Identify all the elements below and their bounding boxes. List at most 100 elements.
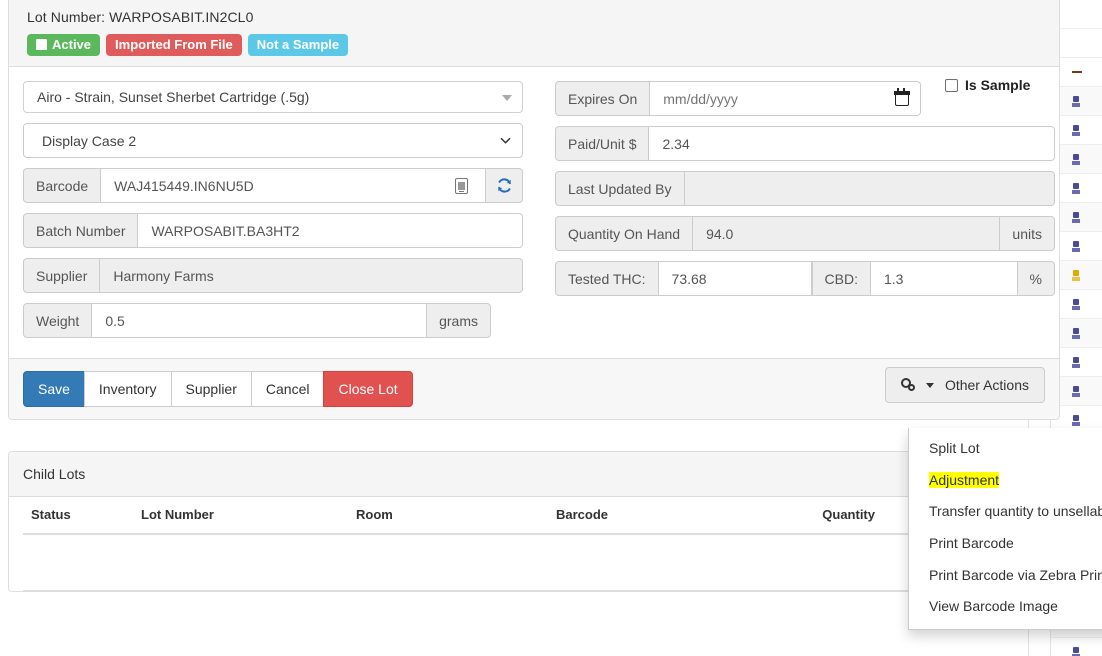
form-column-left: Airo - Strain, Sunset Sherbet Cartridge …	[23, 81, 523, 348]
expires-on-row: Expires On mm/dd/yyyy Is Sample	[555, 77, 1055, 116]
tested-thc-input[interactable]: 73.68	[658, 261, 812, 296]
room-select-value: Display Case 2	[42, 132, 137, 149]
background-row	[1051, 638, 1102, 656]
row-icon	[1072, 646, 1081, 656]
column-header-status[interactable]: Status	[23, 497, 133, 535]
row-icon-warning	[1072, 269, 1081, 281]
expires-on-input[interactable]: mm/dd/yyyy	[650, 81, 921, 116]
menu-item-adjustment-label: Adjustment	[929, 471, 1000, 488]
lot-button-group: Save Inventory Supplier Cancel Close Lot	[23, 371, 413, 407]
save-button[interactable]: Save	[23, 371, 85, 407]
barcode-input[interactable]: WAJ415449.IN6NU5D	[101, 168, 486, 203]
menu-item-print-barcode-zebra-label: Print Barcode via Zebra Printer	[929, 566, 1102, 583]
quantity-on-hand-input-group: Quantity On Hand 94.0 units	[555, 216, 1055, 251]
status-badge-not-a-sample: Not a Sample	[247, 34, 349, 56]
menu-item-print-barcode[interactable]: Print Barcode	[909, 528, 1102, 560]
menu-item-transfer-unsellable-label: Transfer quantity to unsellable	[929, 503, 1102, 520]
barcode-refresh-button[interactable]	[486, 168, 523, 203]
cbd-label: CBD:	[811, 261, 871, 296]
lot-panel-header: Lot Number: WARPOSABIT.IN2CL0 Active Imp…	[9, 0, 1059, 67]
status-badge-not-a-sample-label: Not a Sample	[256, 37, 340, 52]
row-icon	[1072, 95, 1081, 107]
other-actions-label: Other Actions	[944, 377, 1029, 393]
child-lots-title: Child Lots	[9, 452, 1059, 497]
cancel-button[interactable]: Cancel	[250, 371, 325, 407]
lot-detail-panel: Lot Number: WARPOSABIT.IN2CL0 Active Imp…	[8, 0, 1060, 420]
quantity-on-hand-row: Quantity On Hand 94.0 units	[555, 216, 1055, 251]
menu-item-transfer-unsellable[interactable]: Transfer quantity to unsellable	[909, 496, 1102, 528]
status-badge-imported: Imported From File	[106, 34, 242, 56]
other-actions-dropdown-menu: Split Lot Adjustment Transfer quantity t…	[908, 428, 1102, 631]
row-icon	[1072, 356, 1081, 368]
product-select-value: Airo - Strain, Sunset Sherbet Cartridge …	[37, 89, 310, 105]
inventory-button[interactable]: Inventory	[83, 371, 172, 407]
room-select[interactable]: Display Case 2	[23, 123, 523, 158]
potency-row: Tested THC: 73.68 CBD: 1.3 %	[555, 261, 1055, 296]
menu-item-print-barcode-zebra[interactable]: Print Barcode via Zebra Printer	[909, 560, 1102, 592]
form-column-right: Expires On mm/dd/yyyy Is Sample Paid/Uni…	[555, 77, 1055, 348]
child-lots-table-body	[23, 534, 1045, 591]
column-header-quantity[interactable]: Quantity	[773, 497, 883, 535]
column-header-room[interactable]: Room	[348, 497, 548, 535]
weight-row: Weight 0.5 grams	[23, 303, 523, 338]
is-sample-label: Is Sample	[965, 77, 1031, 93]
menu-item-view-barcode-image[interactable]: View Barcode Image	[909, 591, 1102, 623]
column-header-lot-number[interactable]: Lot Number	[133, 497, 348, 535]
paid-per-unit-label: Paid/Unit $	[555, 126, 650, 161]
batch-number-label: Batch Number	[23, 213, 139, 248]
row-icon	[1072, 298, 1081, 310]
menu-item-split-lot[interactable]: Split Lot	[909, 433, 1102, 465]
menu-item-split-lot-label: Split Lot	[929, 440, 980, 456]
close-lot-button[interactable]: Close Lot	[323, 371, 413, 407]
row-icon	[1072, 414, 1081, 426]
product-select-row: Airo - Strain, Sunset Sherbet Cartridge …	[23, 81, 523, 113]
is-sample-group[interactable]: Is Sample	[945, 77, 1030, 93]
checkbox-square-icon	[36, 39, 47, 50]
other-actions-button[interactable]: Other Actions	[885, 367, 1045, 403]
supplier-input-group: Supplier Harmony Farms	[23, 258, 523, 293]
other-actions-wrapper: Other Actions	[885, 367, 1045, 403]
table-cell-empty	[23, 534, 1045, 591]
expires-on-label: Expires On	[555, 81, 651, 116]
column-header-barcode[interactable]: Barcode	[548, 497, 773, 535]
row-icon	[1072, 124, 1081, 136]
supplier-value: Harmony Farms	[100, 258, 523, 293]
caret-down-icon	[926, 383, 935, 388]
barcode-scanner-icon[interactable]	[455, 177, 468, 194]
row-icon	[1072, 153, 1081, 165]
weight-unit: grams	[427, 303, 491, 338]
child-lots-panel: Child Lots Status Lot Number Room Barcod…	[8, 451, 1060, 592]
menu-item-print-barcode-label: Print Barcode	[929, 535, 1014, 552]
is-sample-checkbox[interactable]	[945, 78, 958, 92]
app-root: Lot Number: WARPOSABIT.IN2CL0 Active Imp…	[0, 0, 1102, 656]
paid-per-unit-input[interactable]: 2.34	[649, 126, 1055, 161]
row-icon	[1072, 327, 1081, 339]
weight-input[interactable]: 0.5	[92, 303, 428, 338]
last-updated-by-value	[684, 171, 1055, 206]
product-select[interactable]: Airo - Strain, Sunset Sherbet Cartridge …	[23, 81, 523, 113]
row-icon	[1072, 182, 1081, 194]
weight-label: Weight	[23, 303, 93, 338]
child-lots-table-wrapper: Status Lot Number Room Barcode Quantity …	[9, 497, 1059, 591]
status-badge-active: Active	[27, 34, 101, 56]
cbd-input[interactable]: 1.3	[871, 261, 1018, 296]
batch-number-input[interactable]: WARPOSABIT.BA3HT2	[138, 213, 523, 248]
status-badge-imported-label: Imported From File	[115, 37, 233, 52]
cbd-unit: %	[1017, 261, 1055, 296]
calendar-icon[interactable]	[894, 87, 910, 106]
chevron-down-icon	[500, 137, 511, 144]
menu-item-adjustment[interactable]: Adjustment	[909, 465, 1102, 497]
table-header-row: Status Lot Number Room Barcode Quantity …	[23, 497, 1045, 535]
status-badge-active-label: Active	[52, 37, 92, 52]
row-icon	[1072, 240, 1081, 252]
supplier-button[interactable]: Supplier	[170, 371, 252, 407]
last-updated-by-label: Last Updated By	[555, 171, 685, 206]
quantity-on-hand-value: 94.0	[693, 216, 1001, 251]
refresh-icon	[497, 178, 511, 193]
last-updated-by-input-group: Last Updated By	[555, 171, 1055, 206]
table-row-empty	[23, 534, 1045, 591]
batch-number-row: Batch Number WARPOSABIT.BA3HT2	[23, 213, 523, 248]
dash-icon	[1071, 71, 1082, 73]
caret-down-icon	[502, 95, 512, 101]
barcode-input-group: Barcode WAJ415449.IN6NU5D	[23, 168, 523, 203]
